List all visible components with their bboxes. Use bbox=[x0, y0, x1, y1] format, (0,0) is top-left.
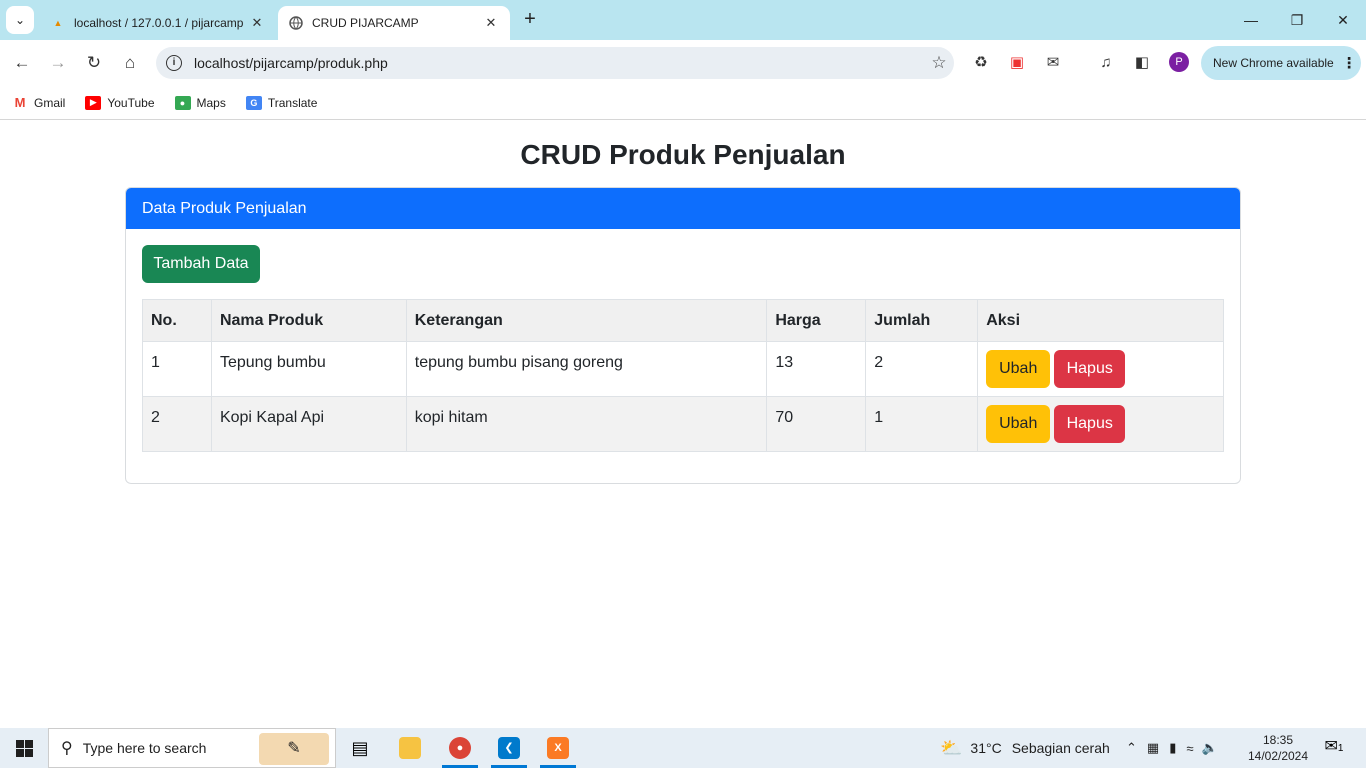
restore-button[interactable]: ❐ bbox=[1274, 0, 1320, 40]
table-row: 2 Kopi Kapal Api kopi hitam 70 1 Ubah Hap… bbox=[142, 396, 1224, 452]
header-aksi: Aksi bbox=[977, 299, 1224, 342]
cell-jumlah: 2 bbox=[865, 341, 979, 397]
bookmarks-bar: M Gmail ▶ YouTube ● Maps G Translate bbox=[0, 86, 1366, 120]
new-chrome-available-button[interactable]: New Chrome available ⋮ bbox=[1201, 46, 1361, 80]
volume-icon[interactable]: 🔈 bbox=[1202, 740, 1218, 756]
profile-avatar[interactable]: P bbox=[1169, 52, 1189, 72]
delete-button[interactable]: Hapus bbox=[1054, 350, 1126, 388]
vscode-taskbar-button[interactable]: ❮ bbox=[486, 728, 532, 768]
file-explorer-button[interactable] bbox=[387, 728, 433, 768]
youtube-icon: ▶ bbox=[85, 95, 102, 110]
more-menu-icon: ⋮ bbox=[1341, 55, 1357, 72]
battery-icon[interactable]: ▮ bbox=[1169, 740, 1176, 756]
cell-aksi: Ubah Hapus bbox=[977, 396, 1224, 452]
header-no: No. bbox=[142, 299, 212, 342]
system-clock[interactable]: 18:35 14/02/2024 bbox=[1244, 732, 1312, 764]
close-tab-icon[interactable]: ✕ bbox=[482, 15, 500, 31]
chevron-up-icon[interactable]: ⌃ bbox=[1126, 740, 1137, 756]
maps-icon: ● bbox=[174, 95, 191, 110]
cell-no: 2 bbox=[142, 396, 212, 452]
tab-crud-pijarcamp[interactable]: CRUD PIJARCAMP ✕ bbox=[278, 6, 510, 40]
page-content: CRUD Produk Penjualan Data Produk Penjua… bbox=[0, 121, 1366, 728]
product-table: No. Nama Produk Keterangan Harga Jumlah … bbox=[142, 299, 1224, 452]
bookmark-gmail[interactable]: M Gmail bbox=[12, 95, 65, 110]
table-row: 1 Tepung bumbu tepung bumbu pisang goren… bbox=[142, 341, 1224, 397]
reload-icon[interactable]: ↻ bbox=[80, 49, 108, 77]
wifi-icon[interactable]: ≈ bbox=[1186, 741, 1193, 756]
tab-search-button[interactable]: ⌄ bbox=[6, 6, 34, 34]
cell-harga: 13 bbox=[766, 341, 867, 397]
cell-keterangan: kopi hitam bbox=[405, 396, 768, 452]
taskbar-search[interactable]: ⚲ Type here to search ✎ bbox=[48, 728, 336, 768]
globe-icon bbox=[288, 15, 304, 31]
tab-strip: ⌄ ▲ localhost / 127.0.0.1 / pijarcamp ✕ … bbox=[0, 0, 1366, 40]
close-window-button[interactable]: ✕ bbox=[1320, 0, 1366, 40]
side-panel-icon[interactable]: ◧ bbox=[1130, 51, 1154, 75]
product-card: Data Produk Penjualan Tambah Data No. Na… bbox=[125, 187, 1241, 484]
star-icon[interactable]: ☆ bbox=[924, 53, 954, 73]
xampp-taskbar-button[interactable]: X bbox=[535, 728, 581, 768]
weather-widget[interactable]: ⛅ 31°C Sebagian cerah bbox=[940, 728, 1110, 768]
system-tray: ⌃ ▦ ▮ ≈ 🔈 bbox=[1126, 728, 1218, 768]
table-header-row: No. Nama Produk Keterangan Harga Jumlah … bbox=[142, 299, 1224, 342]
header-harga: Harga bbox=[766, 299, 867, 342]
add-data-button[interactable]: Tambah Data bbox=[142, 245, 260, 283]
xampp-icon: X bbox=[547, 737, 569, 759]
gmail-icon: M bbox=[12, 95, 28, 110]
minimize-button[interactable]: — bbox=[1228, 0, 1274, 40]
extension-red-icon[interactable]: ▣ bbox=[1005, 51, 1029, 75]
info-icon[interactable]: i bbox=[166, 55, 182, 71]
media-control-icon[interactable]: ♫ bbox=[1094, 51, 1118, 75]
weather-icon: ⛅ bbox=[940, 737, 963, 758]
chrome-taskbar-button[interactable]: ● bbox=[437, 728, 483, 768]
recycle-extension-icon[interactable]: ♻ bbox=[969, 51, 993, 75]
bookmark-maps[interactable]: ● Maps bbox=[174, 95, 226, 110]
task-view-button[interactable]: ▤ bbox=[337, 728, 383, 768]
folder-icon bbox=[399, 737, 421, 759]
forward-icon[interactable]: → bbox=[44, 49, 72, 77]
back-icon[interactable]: ← bbox=[8, 49, 36, 77]
tab-phpmyadmin[interactable]: ▲ localhost / 127.0.0.1 / pijarcamp ✕ bbox=[40, 6, 276, 40]
search-icon: ⚲ bbox=[61, 740, 73, 757]
cell-jumlah: 1 bbox=[865, 396, 979, 452]
card-header: Data Produk Penjualan bbox=[126, 188, 1240, 229]
bookmark-translate[interactable]: G Translate bbox=[245, 95, 317, 110]
meet-now-icon[interactable]: ▦ bbox=[1147, 740, 1159, 756]
cell-harga: 70 bbox=[766, 396, 867, 452]
phpmyadmin-icon: ▲ bbox=[53, 18, 63, 28]
cell-no: 1 bbox=[142, 341, 212, 397]
cell-nama-produk: Tepung bumbu bbox=[210, 341, 407, 397]
puzzle-extensions-icon[interactable]: ✉ bbox=[1041, 51, 1065, 75]
page-title: CRUD Produk Penjualan bbox=[520, 139, 846, 170]
browser-toolbar: ← → ↻ ⌂ i localhost/pijarcamp/produk.php… bbox=[0, 40, 1366, 86]
search-highlight-icon: ✎ bbox=[259, 733, 329, 765]
vscode-icon: ❮ bbox=[498, 737, 520, 759]
edit-button[interactable]: Ubah bbox=[986, 350, 1051, 388]
home-icon[interactable]: ⌂ bbox=[116, 49, 144, 77]
header-keterangan: Keterangan bbox=[405, 299, 768, 342]
windows-taskbar: ⚲ Type here to search ✎ ▤ ● ❮ X ⛅ 31°C S… bbox=[0, 728, 1366, 768]
start-button[interactable] bbox=[0, 728, 48, 768]
notification-center-icon[interactable]: ✉1 bbox=[1322, 736, 1346, 760]
header-jumlah: Jumlah bbox=[865, 299, 979, 342]
edit-button[interactable]: Ubah bbox=[986, 405, 1051, 443]
chevron-down-icon: ⌄ bbox=[14, 13, 26, 27]
cell-keterangan: tepung bumbu pisang goreng bbox=[405, 341, 768, 397]
cell-aksi: Ubah Hapus bbox=[977, 341, 1224, 397]
task-view-icon: ▤ bbox=[351, 737, 369, 758]
bookmark-youtube[interactable]: ▶ YouTube bbox=[85, 95, 155, 110]
new-tab-button[interactable]: + bbox=[518, 8, 542, 32]
header-nama-produk: Nama Produk bbox=[210, 299, 407, 342]
close-tab-icon[interactable]: ✕ bbox=[248, 15, 266, 31]
address-bar[interactable]: i localhost/pijarcamp/produk.php ☆ bbox=[156, 47, 954, 79]
delete-button[interactable]: Hapus bbox=[1054, 405, 1126, 443]
chrome-icon: ● bbox=[449, 737, 471, 759]
translate-icon: G bbox=[245, 95, 262, 110]
cell-nama-produk: Kopi Kapal Api bbox=[210, 396, 407, 452]
windows-logo-icon bbox=[15, 739, 33, 757]
